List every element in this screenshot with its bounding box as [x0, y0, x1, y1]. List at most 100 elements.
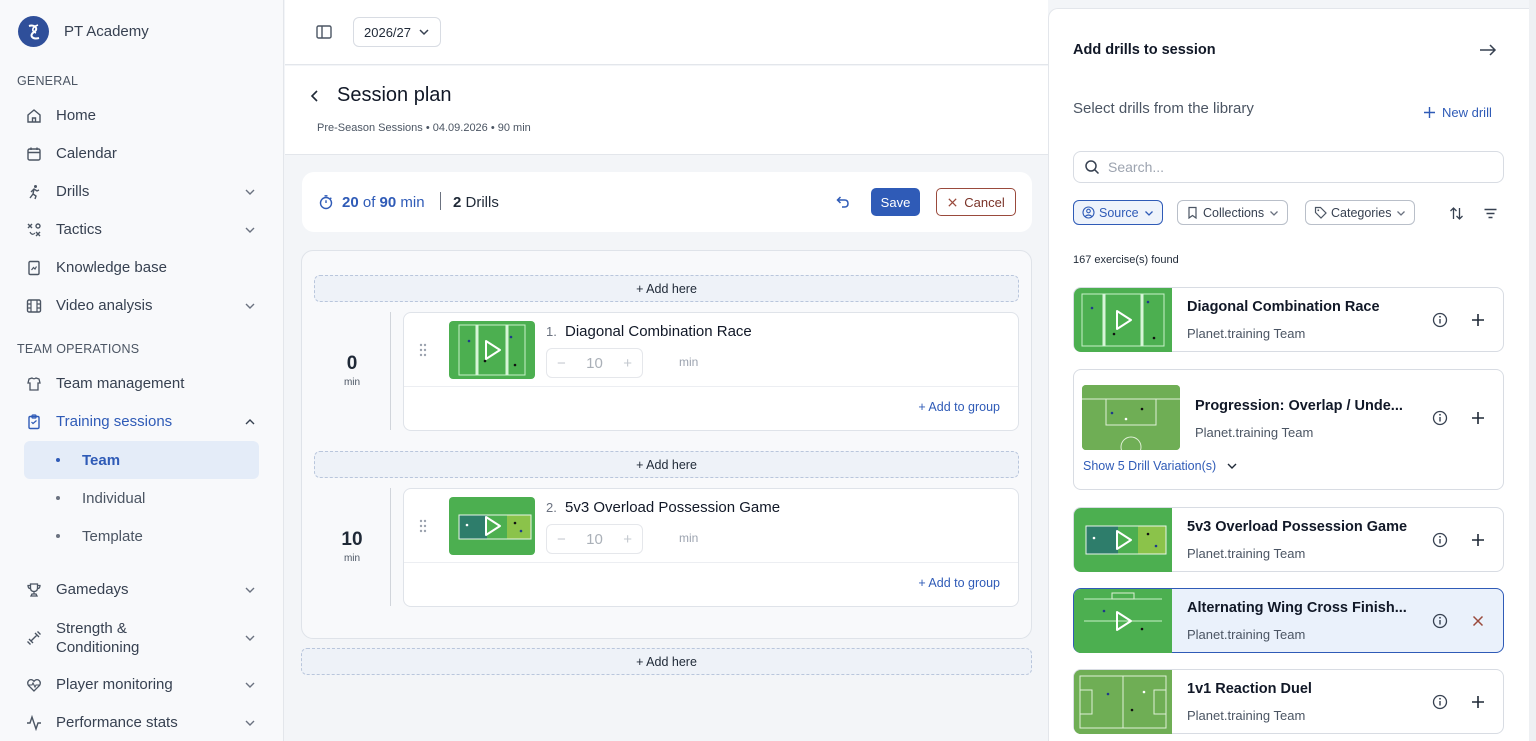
session-drill-card[interactable]: 1. Diagonal Combination Race − 10 + min …	[403, 312, 1019, 431]
drills-count-label: Drills	[465, 194, 499, 211]
film-icon	[26, 299, 42, 313]
pitch-diagram-icon	[1074, 670, 1172, 734]
clipboard-icon	[28, 414, 40, 430]
sort-icon[interactable]	[1449, 206, 1464, 221]
new-drill-button[interactable]: New drill	[1423, 105, 1492, 120]
info-icon[interactable]	[1432, 532, 1448, 548]
sidebar-item-knowledge-base[interactable]: Knowledge base	[24, 250, 259, 286]
season-select[interactable]: 2026/27	[353, 17, 441, 47]
save-button[interactable]: Save	[871, 188, 920, 216]
drill-thumbnail[interactable]	[1074, 288, 1172, 352]
add-icon[interactable]	[1471, 411, 1485, 425]
scrollbar-track[interactable]	[1529, 0, 1536, 741]
sidebar-subitem-individual[interactable]: Individual	[24, 479, 259, 517]
drill-thumbnail[interactable]	[1074, 670, 1172, 734]
session-meta: Pre-Season Sessions • 04.09.2026 • 90 mi…	[317, 122, 531, 134]
chevron-down-icon[interactable]	[244, 300, 256, 312]
undo-icon[interactable]	[834, 194, 850, 210]
play-icon[interactable]	[1111, 528, 1135, 552]
back-chevron-icon[interactable]	[307, 88, 323, 104]
drag-handle-icon[interactable]	[418, 343, 428, 357]
add-here-slot[interactable]: + Add here	[301, 648, 1032, 675]
remove-icon[interactable]	[1472, 615, 1484, 627]
sidebar-item-tactics[interactable]: Tactics	[24, 212, 259, 248]
filter-label: Source	[1099, 205, 1139, 220]
drill-author: Planet.training Team	[1187, 627, 1306, 642]
filter-source[interactable]: Source	[1073, 200, 1163, 225]
top-bar: 2026/27	[285, 0, 1048, 65]
add-to-group-link[interactable]: + Add to group	[918, 576, 1000, 590]
sidebar-item-player-monitoring[interactable]: Player monitoring	[24, 667, 259, 703]
sidebar-subitem-team[interactable]: Team	[24, 441, 259, 479]
drill-name: Progression: Overlap / Unde...	[1195, 398, 1403, 414]
search-box[interactable]	[1073, 151, 1504, 183]
add-here-slot[interactable]: + Add here	[314, 451, 1019, 478]
arrow-right-icon[interactable]	[1479, 43, 1497, 57]
sidebar-item-home[interactable]: Home	[24, 98, 259, 134]
plus-icon[interactable]: +	[623, 355, 632, 372]
section-team-operations: TEAM OPERATIONS	[17, 342, 140, 356]
library-drill-item[interactable]: Diagonal Combination Race Planet.trainin…	[1073, 287, 1504, 352]
panel-title: Add drills to session	[1073, 42, 1216, 58]
chevron-down-icon[interactable]	[244, 679, 256, 691]
drill-thumbnail[interactable]	[1082, 385, 1180, 450]
search-input[interactable]	[1108, 159, 1488, 175]
chevron-down-icon[interactable]	[244, 224, 256, 236]
duration-stepper[interactable]: − 10 +	[546, 348, 643, 378]
chevron-down-icon[interactable]	[244, 717, 256, 729]
drills-count: 2 Drills	[453, 194, 499, 211]
sidebar-item-drills[interactable]: Drills	[24, 174, 259, 210]
minus-icon[interactable]: −	[557, 355, 566, 372]
sidebar-item-performance-stats[interactable]: Performance stats	[24, 705, 259, 741]
sidebar-item-gamedays[interactable]: Gamedays	[24, 572, 259, 608]
minus-icon[interactable]: −	[557, 531, 566, 548]
info-icon[interactable]	[1432, 694, 1448, 710]
chevron-down-icon[interactable]	[244, 632, 256, 644]
sidebar-item-calendar[interactable]: Calendar	[24, 136, 259, 172]
drill-author: Planet.training Team	[1187, 708, 1306, 723]
library-drill-item-selected[interactable]: Alternating Wing Cross Finish... Planet.…	[1073, 588, 1504, 653]
drill-thumbnail[interactable]	[449, 497, 535, 555]
chevron-down-icon	[1270, 210, 1279, 216]
sidebar-item-team-management[interactable]: Team management	[24, 366, 259, 402]
add-icon[interactable]	[1471, 313, 1485, 327]
show-variations-toggle[interactable]: Show 5 Drill Variation(s)	[1083, 459, 1238, 473]
filter-icon[interactable]	[1483, 206, 1498, 221]
add-icon[interactable]	[1471, 695, 1485, 709]
add-here-slot[interactable]: + Add here	[314, 275, 1019, 302]
play-icon[interactable]	[1111, 308, 1135, 332]
add-icon[interactable]	[1471, 533, 1485, 547]
sidebar-subitem-template[interactable]: Template	[24, 517, 259, 555]
trophy-icon	[27, 583, 41, 597]
sidebar-item-strength-conditioning[interactable]: Strength & Conditioning	[24, 612, 259, 664]
library-drill-item[interactable]: 5v3 Overload Possession Game Planet.trai…	[1073, 507, 1504, 572]
filter-categories[interactable]: Categories	[1305, 200, 1416, 225]
duration-stepper[interactable]: − 10 +	[546, 524, 643, 554]
play-icon[interactable]	[1111, 609, 1135, 633]
brand[interactable]: PT Academy	[18, 16, 149, 47]
chevron-down-icon[interactable]	[244, 186, 256, 198]
group-start-time: 0 min	[322, 353, 382, 388]
play-icon[interactable]	[480, 338, 504, 362]
drill-thumbnail[interactable]	[449, 321, 535, 379]
chevron-up-icon[interactable]	[244, 416, 256, 428]
drag-handle-icon[interactable]	[418, 519, 428, 533]
add-to-group-link[interactable]: + Add to group	[918, 400, 1000, 414]
plus-icon[interactable]: +	[623, 531, 632, 548]
session-drill-card[interactable]: 2. 5v3 Overload Possession Game − 10 + m…	[403, 488, 1019, 607]
info-icon[interactable]	[1432, 613, 1448, 629]
info-icon[interactable]	[1432, 410, 1448, 426]
library-drill-item[interactable]: Progression: Overlap / Unde... Planet.tr…	[1073, 369, 1504, 490]
sidebar-item-training-sessions[interactable]: Training sessions	[24, 404, 259, 440]
library-drill-item[interactable]: 1v1 Reaction Duel Planet.training Team	[1073, 669, 1504, 734]
drill-thumbnail[interactable]	[1074, 589, 1172, 653]
filter-collections[interactable]: Collections	[1177, 200, 1289, 225]
info-icon[interactable]	[1432, 312, 1448, 328]
sidebar-item-label: Gamedays	[56, 581, 129, 599]
drill-thumbnail[interactable]	[1074, 508, 1172, 572]
chevron-down-icon[interactable]	[244, 584, 256, 596]
sidebar-item-video-analysis[interactable]: Video analysis	[24, 288, 259, 324]
cancel-button[interactable]: Cancel	[936, 188, 1016, 216]
sidebar-toggle-icon[interactable]	[315, 23, 333, 41]
play-icon[interactable]	[480, 514, 504, 538]
